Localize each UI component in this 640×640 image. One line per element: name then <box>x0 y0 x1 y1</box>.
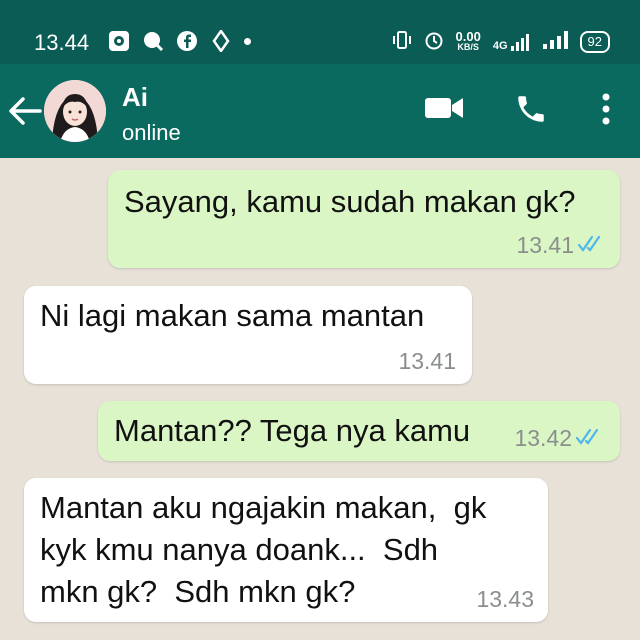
read-ticks-icon <box>577 234 606 259</box>
alarm-icon <box>424 30 444 53</box>
message-bubble-incoming[interactable]: Mantan aku ngajakin makan, gk kyk kmu na… <box>24 478 548 622</box>
message-time: 13.41 <box>398 348 456 374</box>
more-options-icon[interactable] <box>600 92 612 131</box>
message-text: Mantan?? Tega nya kamu <box>114 413 471 448</box>
read-ticks-icon <box>575 427 604 452</box>
message-bubble-incoming[interactable]: Ni lagi makan sama mantan 13.41 <box>24 286 472 384</box>
network-type-icon: 4G <box>493 32 530 52</box>
contact-avatar[interactable] <box>44 80 106 142</box>
video-call-icon[interactable] <box>424 94 464 127</box>
message-text: Sayang, kamu sudah makan gk? <box>124 184 576 219</box>
message-text-line: Mantan aku ngajakin makan, gk <box>40 490 487 525</box>
chat-notification-icon <box>142 30 164 52</box>
app-notification-icon <box>108 30 130 52</box>
network-type-label: 4G <box>492 39 508 52</box>
message-bubble-outgoing[interactable]: Sayang, kamu sudah makan gk? 13.41 <box>108 170 620 268</box>
net-speed-value: 0.00 <box>455 28 481 44</box>
net-speed-unit: KB/S <box>457 41 479 52</box>
message-time: 13.42 <box>514 425 572 451</box>
location-icon <box>210 30 232 52</box>
facebook-icon <box>176 30 198 52</box>
notification-icons <box>108 30 251 52</box>
message-text-line: mkn gk? Sdh mkn gk? <box>40 574 356 609</box>
system-status-icons: 0.00 KB/S 4G 92 <box>392 30 610 53</box>
message-text-line: kyk kmu nanya doank... Sdh <box>40 532 439 567</box>
message-time: 13.41 <box>516 232 574 258</box>
phone-icon[interactable] <box>514 92 548 131</box>
signal-icon <box>542 30 568 53</box>
message-time: 13.43 <box>476 586 534 612</box>
contact-status: online <box>122 120 181 145</box>
more-notifications-dot <box>244 37 251 45</box>
network-speed: 0.00 KB/S <box>455 28 481 53</box>
message-text: Ni lagi makan sama mantan <box>40 298 425 333</box>
vibrate-icon <box>392 30 412 53</box>
message-bubble-outgoing[interactable]: Mantan?? Tega nya kamu 13.42 <box>98 401 620 461</box>
contact-name[interactable]: Ai <box>122 82 148 113</box>
status-bar: 13.44 0.00 KB/S 4G 92 <box>0 0 640 64</box>
chat-header: Ai online <box>0 64 640 158</box>
back-arrow-icon[interactable] <box>8 96 42 131</box>
battery-indicator: 92 <box>579 30 610 53</box>
status-time: 13.44 <box>34 30 90 55</box>
